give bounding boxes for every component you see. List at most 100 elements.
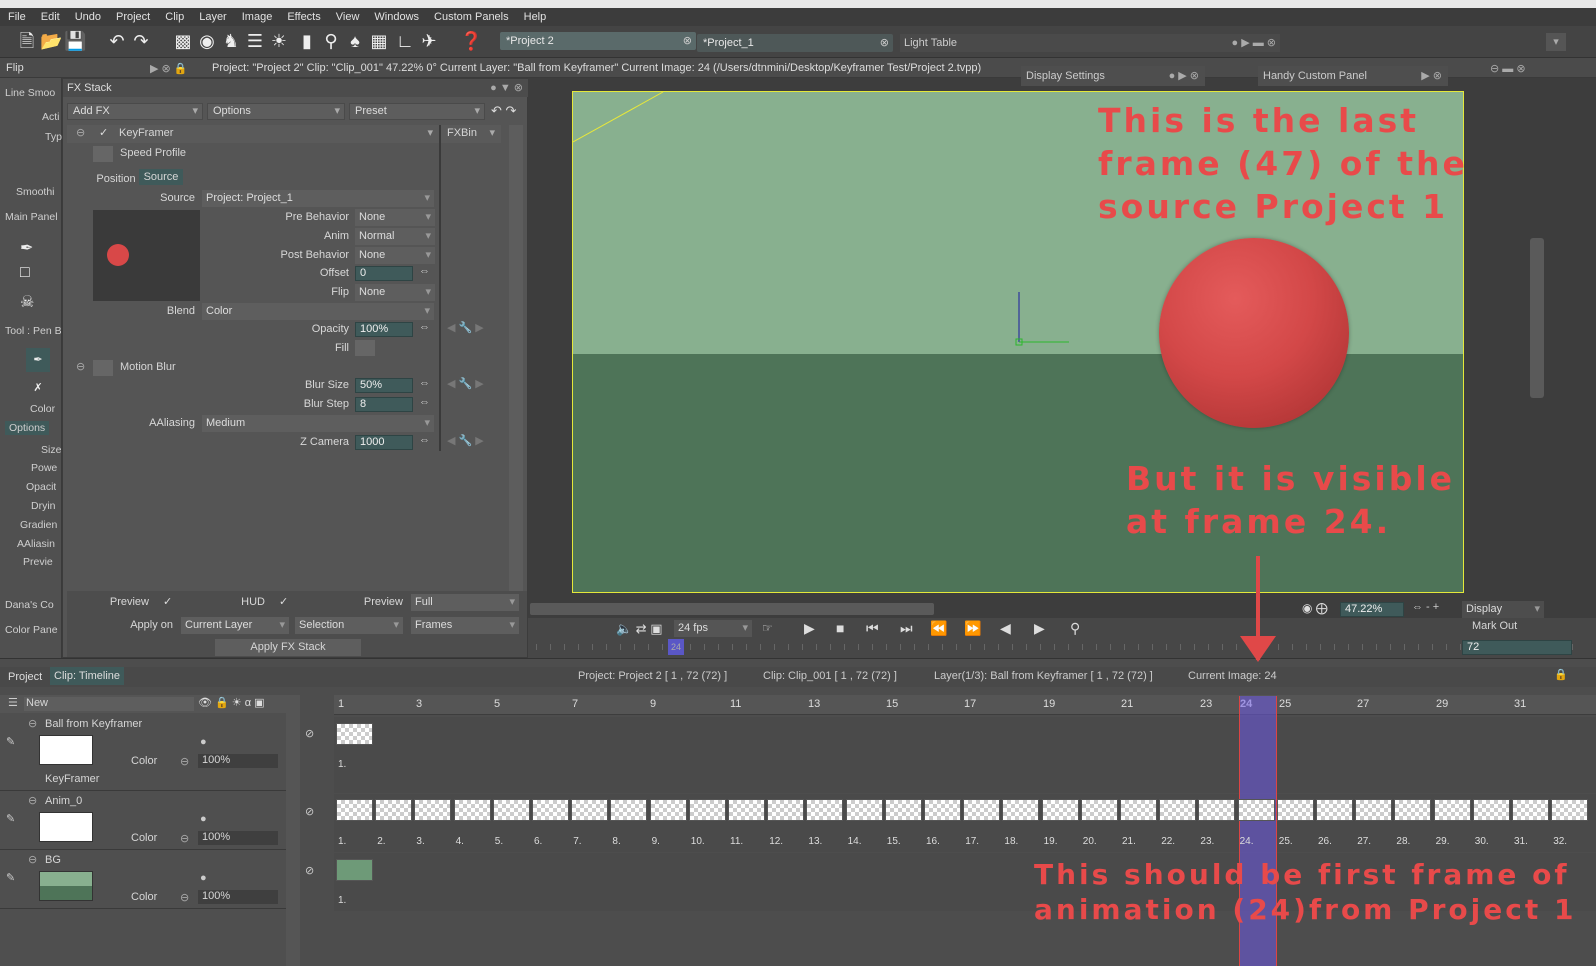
hand-icon[interactable]: ☞ xyxy=(762,621,773,635)
location-icon[interactable]: ⚲ xyxy=(1070,620,1080,637)
tab-project-1[interactable]: *Project_1 ⊗ xyxy=(697,34,893,52)
cell-toggle-icon[interactable]: ⊘ xyxy=(305,805,314,818)
keyframe-controls-icon[interactable]: ◀ 🔧 ▶ xyxy=(447,321,484,334)
timeline-cell[interactable] xyxy=(336,723,373,745)
playback-ruler[interactable] xyxy=(536,644,1576,650)
track-ball[interactable] xyxy=(334,717,1596,793)
layers-icon[interactable]: ☰ xyxy=(244,30,266,52)
timeline-ruler[interactable]: 13579111315171921232425272931 xyxy=(334,695,1596,715)
playback-tools-icon[interactable]: 🔈 ⇄ ▣ xyxy=(616,621,663,637)
timeline-cell[interactable] xyxy=(610,799,648,821)
timeline-cell[interactable] xyxy=(963,799,1001,821)
source-select[interactable]: Project: Project_1 xyxy=(202,190,434,207)
frames-select[interactable]: Frames xyxy=(411,617,519,634)
lightbulb-icon[interactable]: ☀ xyxy=(268,30,290,52)
timeline-cell[interactable] xyxy=(571,799,609,821)
handy-custom-panel[interactable]: Handy Custom Panel ▶ ⊗ xyxy=(1258,66,1448,86)
check-icon[interactable]: ✓ xyxy=(279,595,288,608)
tab-project-2[interactable]: *Project 2 ⊗ xyxy=(500,32,696,50)
menu-help[interactable]: Help xyxy=(524,11,547,23)
chart-icon[interactable]: ▦ xyxy=(368,30,390,52)
new-file-icon[interactable]: 🗎 xyxy=(16,30,38,52)
layers-splitter[interactable] xyxy=(286,695,300,966)
timeline-cell[interactable] xyxy=(884,799,922,821)
undo-icon[interactable]: ↶ xyxy=(106,30,128,52)
timeline-cell[interactable] xyxy=(1041,799,1079,821)
options-tab[interactable]: Options xyxy=(5,421,50,435)
close-icon[interactable]: ⊗ xyxy=(880,34,889,52)
opacity-field[interactable]: 100% xyxy=(198,890,278,904)
color-label[interactable]: Color xyxy=(131,755,157,767)
flip-select[interactable]: None xyxy=(355,284,435,301)
timeline-cell[interactable] xyxy=(1120,799,1157,821)
blend-icon[interactable]: ⊖ xyxy=(180,755,189,768)
z-camera-field[interactable]: 1000 xyxy=(355,435,413,450)
eraser-icon[interactable]: ✗ xyxy=(26,376,50,400)
panel-controls-icon[interactable]: ● ▼ ⊗ xyxy=(490,79,523,97)
stepper-icon[interactable]: ⇔ xyxy=(419,265,430,277)
timeline-cell[interactable] xyxy=(1512,799,1549,821)
keyframer-header[interactable]: ⊖ ✓ KeyFramer ▾ xyxy=(67,125,439,143)
graph-icon[interactable]: ∟ xyxy=(394,30,416,52)
display-settings-panel[interactable]: Display Settings ● ▶ ⊗ xyxy=(1021,66,1205,86)
toolbox-icon[interactable]: ▩ xyxy=(172,30,194,52)
menu-image[interactable]: Image xyxy=(242,11,273,23)
stepper-icon[interactable]: ⇔ xyxy=(419,396,430,408)
blur-size-field[interactable]: 50% xyxy=(355,378,413,393)
animal-icon[interactable]: ♠ xyxy=(344,30,366,52)
motion-blur-checkbox[interactable] xyxy=(93,360,113,376)
menu-clip[interactable]: Clip xyxy=(165,11,184,23)
fps-select[interactable]: 24 fps xyxy=(674,620,752,637)
timeline-cell[interactable] xyxy=(1237,799,1275,821)
fill-swatch[interactable] xyxy=(355,340,375,356)
rewind-button[interactable]: ⏪ xyxy=(930,620,947,637)
timeline-cell[interactable] xyxy=(1472,799,1510,821)
timeline-cell[interactable] xyxy=(1159,799,1197,821)
lighttable-dot-icon[interactable]: ● xyxy=(200,813,207,825)
collapse-icon[interactable]: ⊖ xyxy=(76,126,85,139)
skull-icon[interactable]: ☠ xyxy=(20,292,34,312)
timeline-cell[interactable] xyxy=(1080,799,1118,821)
cell-toggle-icon[interactable]: ⊘ xyxy=(305,727,314,740)
paint-icon[interactable]: ✎ xyxy=(6,871,15,884)
stepper-icon[interactable]: ⇔ xyxy=(419,434,430,446)
menu-project[interactable]: Project xyxy=(116,11,150,23)
canvas-horizontal-scrollbar[interactable] xyxy=(530,603,934,615)
timeline-cell[interactable] xyxy=(1433,799,1471,821)
offset-field[interactable]: 0 xyxy=(355,266,413,281)
magnifier-icon[interactable]: ⚲ xyxy=(320,30,342,52)
selection-select[interactable]: Selection xyxy=(295,617,403,634)
close-icon[interactable]: ⊗ xyxy=(683,32,692,50)
preview-mode-select[interactable]: Full xyxy=(411,594,519,611)
zoom-field[interactable]: 47.22% xyxy=(1340,602,1404,617)
add-fx-dropdown[interactable]: Add FX xyxy=(67,103,203,120)
blur-step-field[interactable]: 8 xyxy=(355,397,413,412)
anim-select[interactable]: Normal xyxy=(355,228,435,245)
chevron-down-icon[interactable]: ▾ xyxy=(427,126,433,139)
menu-file[interactable]: File xyxy=(8,11,26,23)
end-frame-field[interactable]: 72 xyxy=(1462,640,1572,655)
check-icon[interactable]: ✓ xyxy=(163,595,172,608)
options-dropdown[interactable]: Options xyxy=(207,103,345,120)
keyframe-controls-icon[interactable]: ◀ 🔧 ▶ xyxy=(447,434,484,447)
pen-icon[interactable]: ✒ xyxy=(26,348,50,372)
tab-position[interactable]: Position xyxy=(93,171,139,187)
blend-icon[interactable]: ⊖ xyxy=(180,891,189,904)
info-controls-icon[interactable]: ▶ ⊗ 🔒 xyxy=(150,62,188,75)
go-start-button[interactable]: ⏮ xyxy=(866,620,879,637)
menu-view[interactable]: View xyxy=(336,11,360,23)
timeline-cell[interactable] xyxy=(1276,799,1314,821)
check-icon[interactable]: ✓ xyxy=(99,126,108,139)
zoom-stepper-icon[interactable]: ⇔ - + xyxy=(1412,601,1439,613)
timeline-cell[interactable] xyxy=(806,799,844,821)
blend-icon[interactable]: ⊖ xyxy=(180,832,189,845)
timeline-cell[interactable] xyxy=(728,799,765,821)
motion-blur-header[interactable]: ⊖ Motion Blur xyxy=(67,359,439,377)
redo-icon[interactable]: ↷ xyxy=(130,30,152,52)
cell-toggle-icon[interactable]: ⊘ xyxy=(305,864,314,877)
layer-row-anim[interactable]: ✎ ⊖ Anim_0 ● Color ⊖ 100% xyxy=(0,792,300,850)
canvas-vertical-scrollbar[interactable] xyxy=(1530,238,1544,398)
pre-behavior-select[interactable]: None xyxy=(355,209,435,226)
stepper-icon[interactable]: ⇔ xyxy=(419,321,430,333)
panel-controls-icon[interactable]: ● ▶ ▬ ⊗ xyxy=(1232,34,1277,52)
